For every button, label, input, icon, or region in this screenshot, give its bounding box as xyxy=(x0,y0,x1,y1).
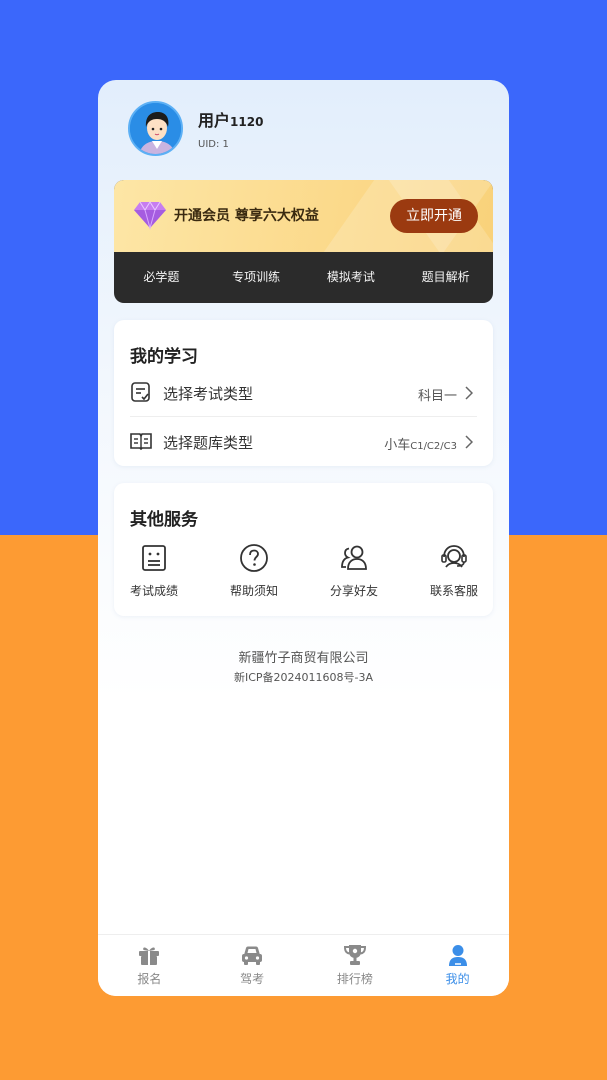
tab-register-label: 报名 xyxy=(137,972,162,986)
open-vip-button[interactable]: 立即开通 xyxy=(390,199,478,233)
avatar-boy-icon xyxy=(130,103,181,154)
other-services-card: 其他服务 考试成绩 帮助须知 分享好友 联系客服 xyxy=(114,483,493,616)
company-name: 新疆竹子商贸有限公司 xyxy=(238,651,369,666)
row-divider xyxy=(130,416,477,417)
vip-banner[interactable]: 开通会员 尊享六大权益 立即开通 xyxy=(114,180,493,252)
headset-icon xyxy=(441,545,467,568)
service-exam-score[interactable]: 考试成绩 xyxy=(114,543,194,599)
gift-icon xyxy=(139,947,160,965)
username: 用户1120 xyxy=(198,107,263,131)
avatar[interactable] xyxy=(128,101,183,156)
phone-screen: 用户1120 UID: 1 开通会员 尊享六大权益 立即开通 必学题 专项训练 … xyxy=(98,80,509,996)
question-bank-label: 选择题库类型 xyxy=(163,434,254,452)
icp-record: 新ICP备2024011608号-3A xyxy=(233,671,374,684)
exam-type-row[interactable]: 选择考试类型 科目一 xyxy=(130,370,477,414)
username-number: 1120 xyxy=(230,115,264,129)
exam-type-value: 科目一 xyxy=(418,385,457,404)
exam-doc-icon xyxy=(131,382,150,402)
vip-tab-explanations[interactable]: 题目解析 xyxy=(398,252,493,303)
question-bank-value-classes: C1/C2/C3 xyxy=(410,441,457,452)
vip-tab-special-training[interactable]: 专项训练 xyxy=(209,252,304,303)
vip-tab-mock-exam[interactable]: 模拟考试 xyxy=(304,252,399,303)
question-bank-row[interactable]: 选择题库类型 小车C1/C2/C3 xyxy=(130,419,477,463)
service-help-label: 帮助须知 xyxy=(229,584,278,598)
vip-tab-required[interactable]: 必学题 xyxy=(114,252,209,303)
chevron-right-icon xyxy=(465,386,473,400)
service-share-label: 分享好友 xyxy=(329,584,378,598)
tab-driving-test[interactable]: 驾考 xyxy=(201,935,304,996)
question-bank-value: 小车C1/C2/C3 xyxy=(384,434,457,453)
bottom-tab-bar: 报名 驾考 排行榜 我的 xyxy=(98,934,509,996)
car-icon xyxy=(242,946,263,965)
exam-type-value-text: 科目一 xyxy=(417,389,457,404)
my-study-title: 我的学习 xyxy=(130,347,198,367)
service-help[interactable]: 帮助须知 xyxy=(214,543,294,599)
service-exam-score-label: 考试成绩 xyxy=(129,584,178,598)
person-icon xyxy=(448,945,467,966)
vip-card: 开通会员 尊享六大权益 立即开通 必学题 专项训练 模拟考试 题目解析 xyxy=(114,180,493,303)
tab-mine-label: 我的 xyxy=(445,972,470,986)
tab-leaderboard[interactable]: 排行榜 xyxy=(304,935,407,996)
question-bank-value-text: 小车 xyxy=(384,438,411,453)
vip-promo-text: 开通会员 尊享六大权益 xyxy=(174,208,319,224)
service-customer-support[interactable]: 联系客服 xyxy=(414,543,494,599)
chevron-right-icon xyxy=(465,435,473,449)
book-open-icon xyxy=(130,433,152,451)
tab-leaderboard-label: 排行榜 xyxy=(336,972,373,986)
service-customer-support-label: 联系客服 xyxy=(429,584,478,598)
username-prefix: 用户 xyxy=(198,111,231,130)
exam-type-label: 选择考试类型 xyxy=(163,385,254,403)
users-icon xyxy=(341,545,367,570)
diamond-icon xyxy=(134,201,166,230)
other-services-title: 其他服务 xyxy=(130,510,198,530)
user-uid: UID: 1 xyxy=(198,139,229,150)
trophy-icon xyxy=(343,945,366,965)
score-sheet-icon xyxy=(142,545,166,571)
tab-driving-test-label: 驾考 xyxy=(240,972,265,986)
tab-register[interactable]: 报名 xyxy=(98,935,201,996)
help-circle-icon xyxy=(240,544,268,572)
service-share[interactable]: 分享好友 xyxy=(314,543,394,599)
my-study-card: 我的学习 选择考试类型 科目一 选择题库类型 小车C1/C2/C3 xyxy=(114,320,493,466)
tab-mine[interactable]: 我的 xyxy=(406,935,509,996)
vip-feature-tabs: 必学题 专项训练 模拟考试 题目解析 xyxy=(114,252,493,303)
